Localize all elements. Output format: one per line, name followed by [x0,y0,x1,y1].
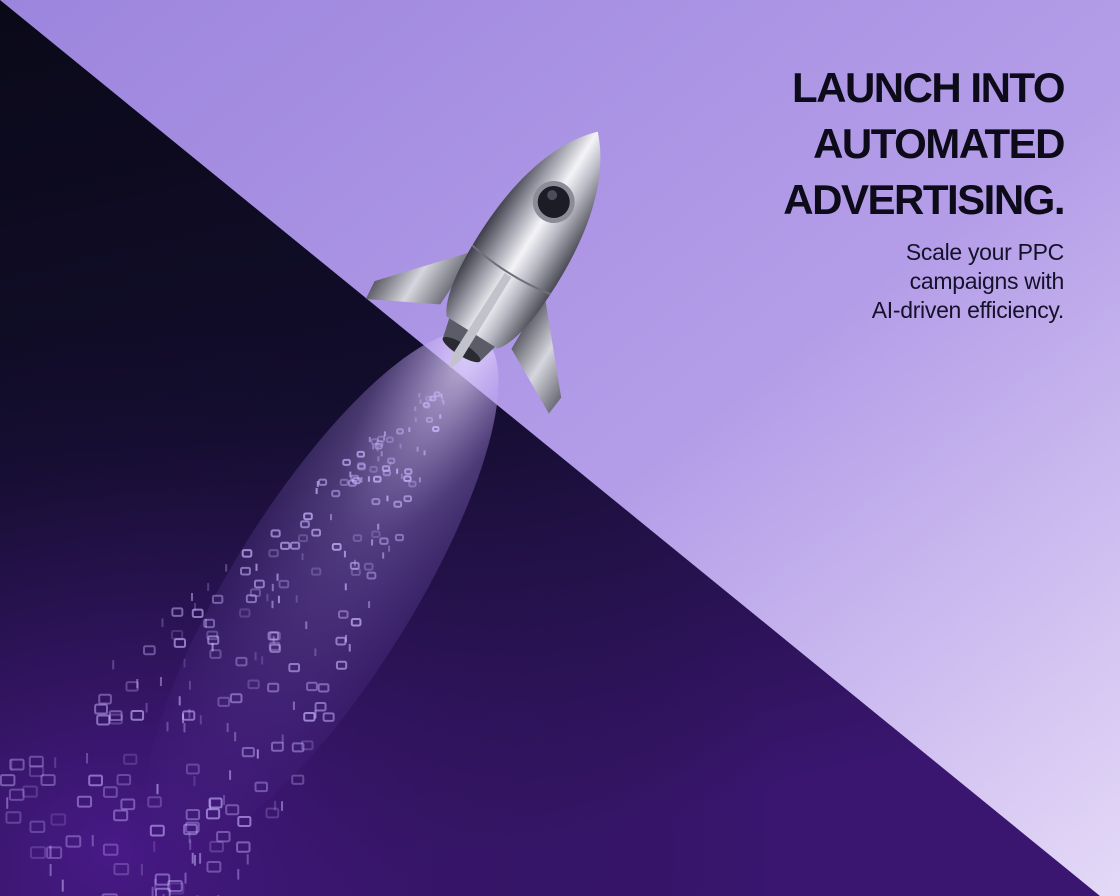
headline-line: AUTOMATED [813,120,1065,167]
headline-line: LAUNCH INTO [791,64,1066,111]
ad-poster: LAUNCH INTO AUTOMATED ADVERTISING. Scale… [0,0,1120,896]
subheadline: Scale your PPC campaigns with AI-driven … [704,238,1065,325]
subheadline-line: Scale your PPC [905,239,1064,265]
subheadline-line: AI-driven efficiency. [871,297,1065,323]
headline-line: ADVERTISING. [783,176,1065,223]
headline: LAUNCH INTO AUTOMATED ADVERTISING. [644,60,1066,228]
subheadline-line: campaigns with [909,268,1065,294]
